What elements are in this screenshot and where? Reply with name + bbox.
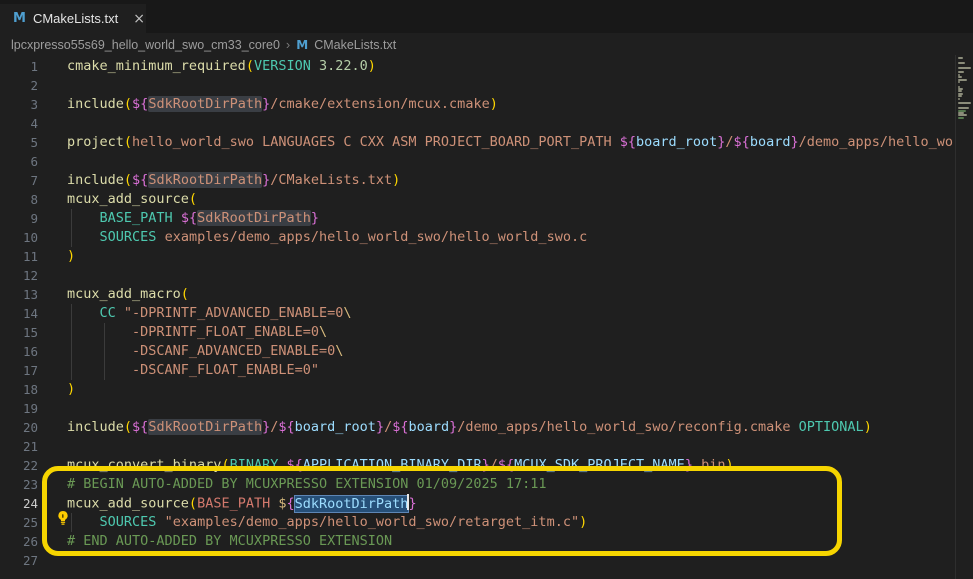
code-line[interactable]: 10 SOURCES examples/demo_apps/hello_worl…: [0, 228, 956, 247]
code-text: ): [67, 380, 75, 399]
code-line[interactable]: 23 # BEGIN AUTO-ADDED BY MCUXPRESSO EXTEN…: [0, 475, 956, 494]
code-editor[interactable]: 1 cmake_minimum_required(VERSION 3.22.0) 2…: [0, 55, 973, 579]
code-line[interactable]: 7 include(${SdkRootDirPath}/CMakeLists.tx…: [0, 171, 956, 190]
tab-close-icon[interactable]: ×: [133, 11, 145, 27]
tab-cmakelists[interactable]: M CMakeLists.txt ×: [0, 4, 146, 33]
line-number: 18: [0, 380, 38, 399]
vscode-window: M CMakeLists.txt × lpcxpresso55s69_hello…: [0, 0, 973, 579]
code-line[interactable]: 26 # END AUTO-ADDED BY MCUXPRESSO EXTENSI…: [0, 532, 956, 551]
code-line[interactable]: 6: [0, 152, 956, 171]
line-number: 16: [0, 342, 38, 361]
code-line[interactable]: 11): [0, 247, 956, 266]
cmake-file-icon: M: [13, 11, 26, 26]
minimap-line: [958, 107, 969, 109]
line-number: 20: [0, 418, 38, 437]
code-text: include(${SdkRootDirPath}/${board_root}/…: [67, 418, 872, 437]
code-line[interactable]: 15 -DPRINTF_FLOAT_ENABLE=0\: [0, 323, 956, 342]
tab-label: CMakeLists.txt: [33, 11, 118, 26]
tab-bar: M CMakeLists.txt ×: [0, 0, 973, 33]
minimap-line: [958, 76, 962, 78]
code-text: -DPRINTF_FLOAT_ENABLE=0\: [67, 323, 327, 342]
code-text: cmake_minimum_required(VERSION 3.22.0): [67, 57, 376, 76]
code-text: mcux_convert_binary(BINARY ${APPLICATION…: [67, 456, 734, 475]
line-number: 8: [0, 190, 38, 209]
code-line[interactable]: 24 mcux_add_source(BASE_PATH ${SdkRootDir…: [0, 494, 956, 513]
code-line[interactable]: 18): [0, 380, 956, 399]
breadcrumb-folder[interactable]: lpcxpresso55s69_hello_world_swo_cm33_cor…: [11, 38, 280, 52]
line-number: 7: [0, 171, 38, 190]
code-text: mcux_add_source(: [67, 190, 197, 209]
code-line[interactable]: 5 project(hello_world_swo LANGUAGES C CXX…: [0, 133, 956, 152]
line-number: 5: [0, 133, 38, 152]
line-number: 4: [0, 114, 38, 133]
line-number: 25: [0, 513, 38, 532]
line-number: 24: [0, 494, 38, 513]
code-line[interactable]: 8 mcux_add_source(: [0, 190, 956, 209]
line-number: 26: [0, 532, 38, 551]
code-line[interactable]: 27: [0, 551, 956, 570]
line-number: 23: [0, 475, 38, 494]
code-line[interactable]: 12: [0, 266, 956, 285]
code-text: -DSCANF_ADVANCED_ENABLE=0\: [67, 342, 343, 361]
code-line[interactable]: 17 -DSCANF_FLOAT_ENABLE=0": [0, 361, 956, 380]
lightbulb-icon[interactable]: [55, 510, 71, 526]
line-number: 19: [0, 399, 38, 418]
code-line[interactable]: 16 -DSCANF_ADVANCED_ENABLE=0\: [0, 342, 956, 361]
code-line[interactable]: 9 BASE_PATH ${SdkRootDirPath}: [0, 209, 956, 228]
code-text: SOURCES "examples/demo_apps/hello_world_…: [67, 513, 587, 532]
code-line[interactable]: 22 mcux_convert_binary(BINARY ${APPLICATI…: [0, 456, 956, 475]
line-number: 17: [0, 361, 38, 380]
code-line[interactable]: 3 include(${SdkRootDirPath}/cmake/extensi…: [0, 95, 956, 114]
line-number: 6: [0, 152, 38, 171]
code-text: CC "-DPRINTF_ADVANCED_ENABLE=0\: [67, 304, 352, 323]
breadcrumb-file[interactable]: CMakeLists.txt: [314, 38, 396, 52]
minimap-line: [958, 83, 973, 85]
minimap-line: [958, 64, 973, 66]
code-text: -DSCANF_FLOAT_ENABLE=0": [67, 361, 319, 380]
line-number: 1: [0, 57, 38, 76]
code-line[interactable]: 2: [0, 76, 956, 95]
line-number: 12: [0, 266, 38, 285]
code-line[interactable]: 13 mcux_add_macro(: [0, 285, 956, 304]
code-text: include(${SdkRootDirPath}/cmake/extensio…: [67, 95, 498, 114]
code-text: project(hello_world_swo LANGUAGES C CXX …: [67, 133, 956, 152]
line-number: 14: [0, 304, 38, 323]
chevron-right-icon: ›: [286, 37, 290, 52]
breadcrumb: lpcxpresso55s69_hello_world_swo_cm33_cor…: [0, 33, 973, 56]
line-number: 13: [0, 285, 38, 304]
minimap[interactable]: [955, 55, 973, 579]
code-text: # BEGIN AUTO-ADDED BY MCUXPRESSO EXTENSI…: [67, 475, 547, 494]
code-line[interactable]: 19: [0, 399, 956, 418]
line-number: 22: [0, 456, 38, 475]
code-text: include(${SdkRootDirPath}/CMakeLists.txt…: [67, 171, 400, 190]
code-line[interactable]: 20 include(${SdkRootDirPath}/${board_root…: [0, 418, 956, 437]
line-number: 21: [0, 437, 38, 456]
line-number: 11: [0, 247, 38, 266]
code-line[interactable]: 21: [0, 437, 956, 456]
code-line[interactable]: 25 SOURCES "examples/demo_apps/hello_wor…: [0, 513, 956, 532]
line-number: 2: [0, 76, 38, 95]
code-text: ): [67, 247, 75, 266]
line-number: 3: [0, 95, 38, 114]
minimap-line: [958, 95, 962, 97]
line-number: 15: [0, 323, 38, 342]
line-number: 27: [0, 551, 38, 570]
line-number: 9: [0, 209, 38, 228]
code-line[interactable]: 4: [0, 114, 956, 133]
code-line[interactable]: 14 CC "-DPRINTF_ADVANCED_ENABLE=0\: [0, 304, 956, 323]
line-number: 10: [0, 228, 38, 247]
code-text: BASE_PATH ${SdkRootDirPath}: [67, 209, 319, 228]
code-text: SOURCES examples/demo_apps/hello_world_s…: [67, 228, 587, 247]
code-text: # END AUTO-ADDED BY MCUXPRESSO EXTENSION: [67, 532, 392, 551]
cmake-file-icon: M: [296, 38, 308, 52]
minimap-line: [958, 119, 973, 121]
code-text: mcux_add_source(BASE_PATH ${SdkRootDirPa…: [67, 494, 417, 514]
code-text: mcux_add_macro(: [67, 285, 189, 304]
code-line[interactable]: 1 cmake_minimum_required(VERSION 3.22.0): [0, 57, 956, 76]
code-lines[interactable]: 1 cmake_minimum_required(VERSION 3.22.0) 2…: [0, 57, 956, 570]
